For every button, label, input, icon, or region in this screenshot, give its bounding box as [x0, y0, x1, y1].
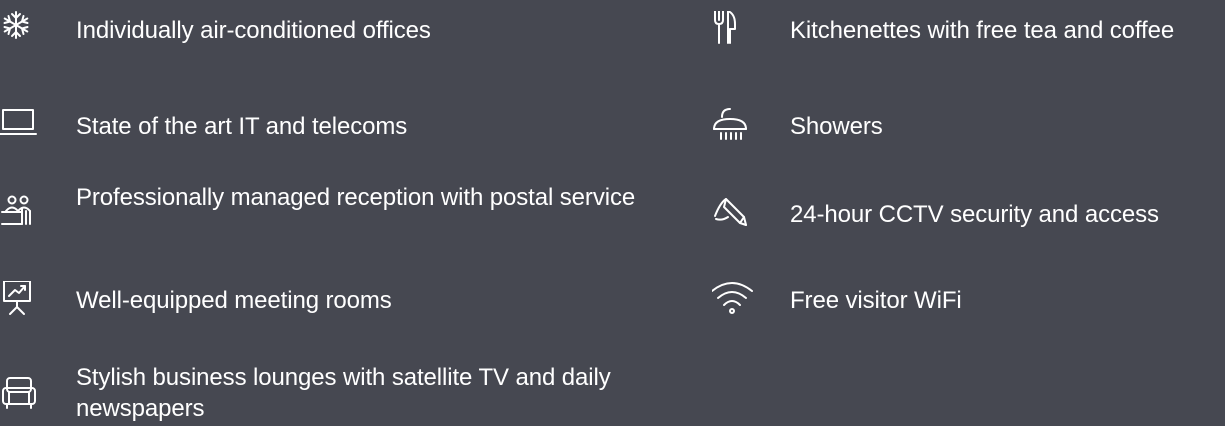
presentation-board-icon	[0, 281, 44, 321]
amenity-label: State of the art IT and telecoms	[76, 113, 408, 140]
amenity-label: Stylish business lounges with satellite …	[76, 364, 611, 422]
amenities-list: Individually air-conditioned offices Sta…	[0, 0, 1225, 426]
amenity-label: Kitchenettes with free tea and coffee	[790, 17, 1175, 44]
amenity-label: Professionally managed reception with po…	[76, 184, 636, 211]
laptop-icon	[0, 107, 44, 147]
fork-knife-icon	[712, 11, 756, 51]
shower-icon	[712, 107, 756, 147]
amenity-label: 24-hour CCTV security and access	[790, 201, 1159, 228]
amenity-label: Well-equipped meeting rooms	[76, 287, 392, 314]
reception-desk-icon	[0, 194, 44, 234]
amenity-label: Individually air-conditioned offices	[76, 17, 431, 44]
snowflake-icon	[0, 11, 44, 51]
amenity-label: Free visitor WiFi	[790, 287, 962, 314]
wifi-icon	[712, 281, 756, 321]
cctv-camera-icon	[712, 195, 756, 235]
sofa-icon	[0, 376, 44, 416]
amenity-label: Showers	[790, 113, 883, 140]
